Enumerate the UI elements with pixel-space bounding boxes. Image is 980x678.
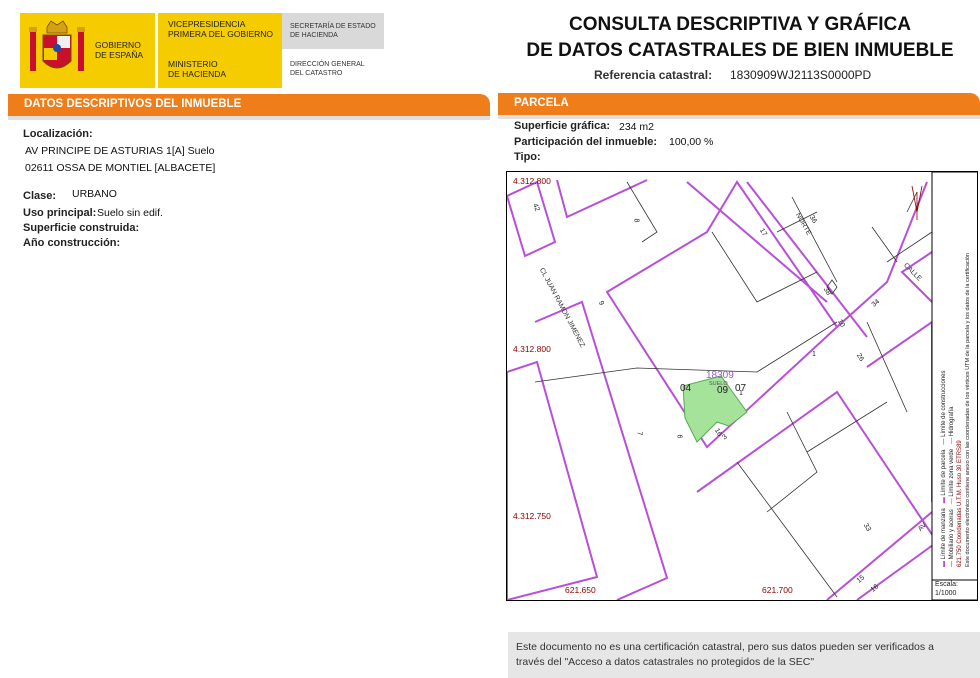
legend-zona-verde: Límite zona verde <box>949 448 955 497</box>
legend-coords: 621.750 Coordenadas U.T.M. Huso 30 ETRS8… <box>957 440 963 567</box>
left-bar-shadow <box>8 116 490 120</box>
house-number-8: 8 <box>632 218 640 223</box>
anio-construccion-label: Año construcción: <box>23 237 121 249</box>
min-line1: MINISTERIO <box>168 59 218 69</box>
vicepresidencia-text: VICEPRESIDENCIA PRIMERA DEL GOBIERNO <box>168 19 273 39</box>
legend-manzana: Límite de manzana <box>941 508 947 560</box>
right-bar-shadow <box>498 115 980 119</box>
localizacion-label: Localización: <box>23 128 93 140</box>
refcat-value: 1830909WJ2113S0000PD <box>730 68 872 82</box>
superficie-construida-label: Superficie construida: <box>23 222 140 234</box>
block-top-mid <box>556 179 648 219</box>
participacion-value: 100,00 % <box>669 136 714 148</box>
address-line2: 02611 OSSA DE MONTIEL [ALBACETE] <box>25 162 216 174</box>
street-edge-b <box>746 181 868 338</box>
address-line1: AV PRINCIPE DE ASTURIAS 1[A] Suelo <box>25 145 215 157</box>
clase-label: Clase: <box>23 190 57 202</box>
street-edge-a <box>686 181 828 303</box>
tipo-label: Tipo: <box>514 151 541 163</box>
title-line2: DE DATOS CATASTRALES DE BIEN INMUEBLE <box>526 40 954 61</box>
legend-doc-note: Este documento electrónico contiene anex… <box>965 253 971 567</box>
section-title-parcela: PARCELA <box>514 97 569 109</box>
section-title-datos: DATOS DESCRIPTIVOS DEL INMUEBLE <box>24 98 242 110</box>
coord-x1: 621.650 <box>565 585 596 595</box>
coord-y3: 4.312.750 <box>513 511 551 521</box>
map-legend: ▬ Límite de manzana ▬ Límite de parcela … <box>940 187 972 567</box>
direccion-text: DIRECCIÓN GENERAL DEL CATASTRO <box>290 60 365 78</box>
dir-line2: DEL CATASTRO <box>290 70 343 77</box>
dir-line1: DIRECCIÓN GENERAL <box>290 61 365 68</box>
block-left <box>507 360 599 600</box>
block-left-long <box>534 300 669 600</box>
parcel-id-label: 18309 <box>706 370 734 381</box>
page-title: CONSULTA DESCRIPTIVA Y GRÁFICA DE DATOS … <box>500 12 980 64</box>
scale-value: 1/1000 <box>935 590 957 597</box>
section-bar-parcela: PARCELA <box>498 93 980 115</box>
coord-x2: 621.700 <box>762 585 793 595</box>
title-line1: CONSULTA DESCRIPTIVA Y GRÁFICA <box>568 14 912 35</box>
house-number-6: 6 <box>675 434 683 439</box>
legend-mobiliario: Mobiliario y aceras <box>949 509 955 560</box>
house-number-1b: 1 <box>812 351 816 358</box>
coat-of-arms-icon <box>29 20 85 71</box>
gov-line2: DE ESPAÑA <box>95 50 144 60</box>
coord-y2: 4.312.800 <box>513 344 551 354</box>
legend-parcela: Límite de parcela <box>941 449 947 496</box>
sec-line2: DE HACIENDA <box>290 32 338 39</box>
sec-line1: SECRETARÍA DE ESTADO <box>290 23 376 30</box>
disclaimer-line2: través del "Acceso a datos catastrales n… <box>516 656 815 668</box>
refcat-label: Referencia catastral: <box>594 68 713 82</box>
block-top-left <box>507 180 557 258</box>
disclaimer-text: Este documento no es una certificación c… <box>516 640 972 670</box>
parcel-09-label: 09 <box>717 385 729 396</box>
scale-label: Escala: <box>935 581 958 588</box>
disclaimer-line1: Este documento no es una certificación c… <box>516 641 934 653</box>
gov-line1: GOBIERNO <box>95 40 141 50</box>
house-number-7: 7 <box>635 431 643 436</box>
block-bottom-right <box>866 320 933 502</box>
legend-construcciones: Límite de construcciones <box>941 370 947 437</box>
vice-line2: PRIMERA DEL GOBIERNO <box>168 29 274 39</box>
min-line2: DE HACIENDA <box>168 69 227 79</box>
gobierno-text: GOBIERNO DE ESPAÑA <box>95 40 143 60</box>
secretaria-text: SECRETARÍA DE ESTADO DE HACIENDA <box>290 22 376 40</box>
uso-label: Uso principal: <box>23 207 97 219</box>
coord-y1: 4.312.800 <box>513 176 551 186</box>
block-right-edge <box>836 181 928 328</box>
vice-line1: VICEPRESIDENCIA <box>168 19 246 29</box>
house-number-1: 1 <box>739 390 743 397</box>
parcel-04-label: 04 <box>680 383 692 394</box>
legend-hidrografia: Hidrografía <box>949 406 955 437</box>
participacion-label: Participación del inmueble: <box>514 136 658 148</box>
uso-value: Suelo sin edif. <box>97 207 163 219</box>
superficie-grafica-label: Superficie gráfica: <box>514 120 610 132</box>
superficie-grafica-value: 234 m2 <box>619 121 655 133</box>
cadastral-map[interactable]: 4.312.800 4.312.800 4.312.750 621.650 62… <box>506 171 978 601</box>
section-bar-datos: DATOS DESCRIPTIVOS DEL INMUEBLE <box>8 94 490 116</box>
ministerio-text: MINISTERIO DE HACIENDA <box>168 59 226 79</box>
clase-value: URBANO <box>72 188 117 200</box>
